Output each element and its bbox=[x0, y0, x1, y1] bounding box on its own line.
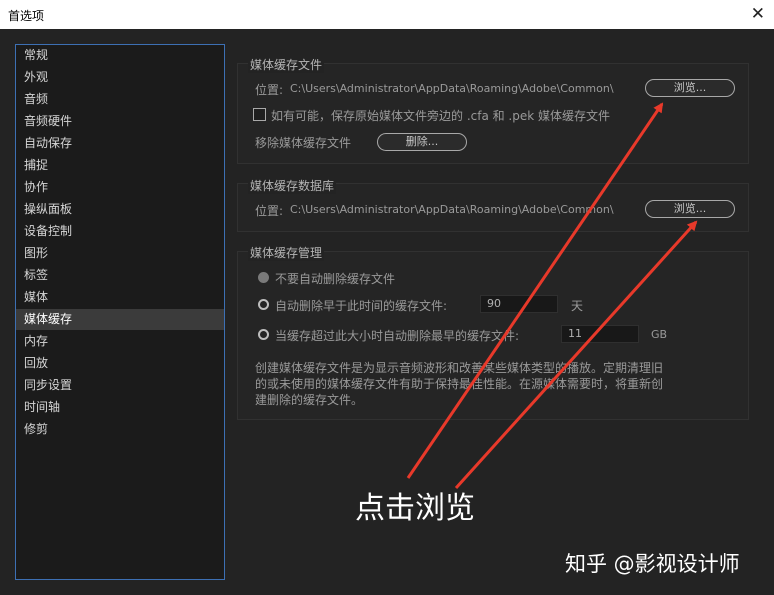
sidebar-item-capture[interactable]: 捕捉 bbox=[16, 155, 224, 176]
cache-description: 创建媒体缓存文件是为显示音频波形和改善某些媒体类型的播放。定期清理旧的或未使用的… bbox=[255, 361, 664, 407]
sidebar-item-audio[interactable]: 音频 bbox=[16, 89, 224, 110]
cache-db-location-label: 位置: bbox=[255, 204, 284, 218]
no-auto-delete-label: 不要自动删除缓存文件 bbox=[275, 272, 396, 286]
sidebar-item-media-cache[interactable]: 媒体缓存 bbox=[16, 309, 224, 330]
sidebar-item-appearance[interactable]: 外观 bbox=[16, 67, 224, 88]
sidebar-item-trim[interactable]: 修剪 bbox=[16, 419, 224, 440]
save-beside-media-label: 如有可能，保存原始媒体文件旁边的 .cfa 和 .pek 媒体缓存文件 bbox=[271, 109, 611, 123]
cache-files-location-label: 位置: bbox=[255, 83, 284, 97]
delete-larger-radio[interactable] bbox=[258, 329, 269, 340]
gb-unit-label: GB bbox=[651, 328, 668, 341]
sidebar-item-graphics[interactable]: 图形 bbox=[16, 243, 224, 264]
sidebar-item-labels[interactable]: 标签 bbox=[16, 265, 224, 286]
remove-cache-files-label: 移除媒体缓存文件 bbox=[255, 136, 352, 150]
delete-older-days-input[interactable]: 90 bbox=[480, 295, 558, 313]
days-unit-label: 天 bbox=[571, 299, 584, 313]
sidebar-item-audio-hardware[interactable]: 音频硬件 bbox=[16, 111, 224, 132]
cache-db-location-path: C:\Users\Administrator\AppData\Roaming\A… bbox=[290, 203, 614, 216]
no-auto-delete-radio[interactable] bbox=[258, 272, 269, 283]
media-cache-db-title: 媒体缓存数据库 bbox=[248, 177, 337, 194]
sidebar-item-collaboration[interactable]: 协作 bbox=[16, 177, 224, 198]
delete-older-label: 自动删除早于此时间的缓存文件: bbox=[275, 299, 448, 313]
cache-files-location-path: C:\Users\Administrator\AppData\Roaming\A… bbox=[290, 82, 614, 95]
window-title: 首选项 bbox=[8, 9, 45, 23]
delete-cache-button[interactable]: 删除... bbox=[377, 133, 467, 151]
sidebar-item-playback[interactable]: 回放 bbox=[16, 353, 224, 374]
sidebar-item-media[interactable]: 媒体 bbox=[16, 287, 224, 308]
sidebar-item-memory[interactable]: 内存 bbox=[16, 331, 224, 352]
media-cache-management-title: 媒体缓存管理 bbox=[248, 244, 325, 261]
cache-files-browse-button[interactable]: 浏览... bbox=[645, 79, 735, 97]
sidebar-item-device-control[interactable]: 设备控制 bbox=[16, 221, 224, 242]
delete-larger-label: 当缓存超过此大小时自动删除最早的缓存文件: bbox=[275, 329, 520, 343]
title-bar: 首选项 ✕ bbox=[0, 0, 774, 29]
save-beside-media-checkbox[interactable] bbox=[253, 108, 266, 121]
sidebar-item-general[interactable]: 常规 bbox=[16, 45, 224, 66]
zhihu-watermark: 知乎 @影视设计师 bbox=[565, 552, 740, 576]
sidebar-item-auto-save[interactable]: 自动保存 bbox=[16, 133, 224, 154]
cache-size-limit-input[interactable]: 11 bbox=[561, 325, 639, 343]
close-icon[interactable]: ✕ bbox=[751, 4, 765, 24]
preferences-sidebar: 常规 外观 音频 音频硬件 自动保存 捕捉 协作 操纵面板 设备控制 图形 标签… bbox=[15, 44, 225, 580]
delete-older-radio[interactable] bbox=[258, 299, 269, 310]
sidebar-item-timeline[interactable]: 时间轴 bbox=[16, 397, 224, 418]
sidebar-item-sync-settings[interactable]: 同步设置 bbox=[16, 375, 224, 396]
cache-db-browse-button[interactable]: 浏览... bbox=[645, 200, 735, 218]
media-cache-files-title: 媒体缓存文件 bbox=[248, 56, 325, 73]
sidebar-item-control-surface[interactable]: 操纵面板 bbox=[16, 199, 224, 220]
annotation-click-browse: 点击浏览 bbox=[355, 491, 475, 526]
